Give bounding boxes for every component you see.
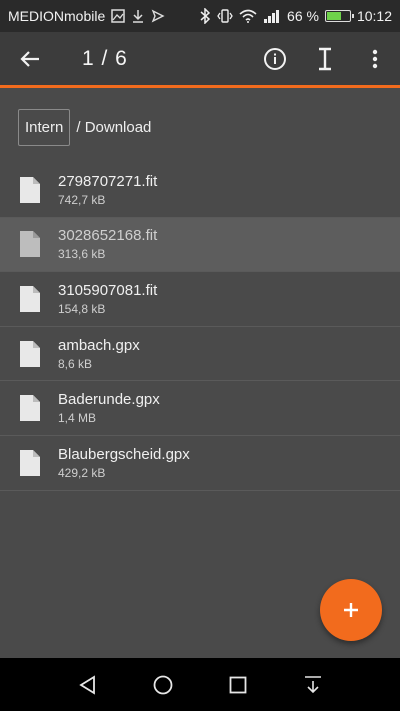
status-time: 10:12 [356,8,392,24]
status-bar: MEDIONmobile 66 % 10:12 [0,0,400,32]
file-icon [0,394,58,422]
file-text: 3028652168.fit 313,6 kB [58,227,157,261]
app-bar: 1 / 6 [0,32,400,88]
file-text: ambach.gpx 8,6 kB [58,337,140,371]
file-icon [0,285,58,313]
more-options-button[interactable] [350,31,400,87]
file-size: 154,8 kB [58,301,106,316]
app-actions [250,31,400,87]
wifi-icon [239,9,257,23]
file-name: Baderunde.gpx [58,391,160,409]
file-size: 429,2 kB [58,465,106,480]
file-size: 1,4 MB [58,411,97,426]
list-item-selected[interactable]: 3028652168.fit 313,6 kB [0,217,400,273]
file-text: 3105907081.fit 154,8 kB [58,282,157,316]
info-icon [264,47,286,70]
nav-home-icon [153,675,172,694]
back-arrow-icon [20,50,39,67]
file-list: 2798707271.fit 742,7 kB 3028652168.fit 3… [0,163,400,491]
status-left: MEDIONmobile [8,8,199,24]
battery-icon [324,10,354,22]
battery-percent: 66 % [287,8,319,24]
battery-fill [326,12,341,20]
rename-button[interactable] [300,31,350,87]
file-size: 8,6 kB [58,356,93,371]
list-item[interactable]: 2798707271.fit 742,7 kB [0,163,400,218]
plus-icon [344,603,358,617]
list-item[interactable]: Blaubergscheid.gpx 429,2 kB [0,436,400,491]
file-text: 2798707271.fit 742,7 kB [58,173,157,207]
file-name: ambach.gpx [58,336,140,354]
signal-icon [263,9,281,23]
breadcrumb-root[interactable]: Intern [18,109,71,146]
navigation-bar [0,658,400,711]
send-icon [151,9,165,23]
file-name: 3028652168.fit [58,227,158,245]
bluetooth-icon [199,8,211,24]
nav-recents-icon [229,676,246,693]
file-text: Baderunde.gpx 1,4 MB [58,391,160,425]
list-item[interactable]: Baderunde.gpx 1,4 MB [0,381,400,436]
list-item[interactable]: ambach.gpx 8,6 kB [0,327,400,382]
add-button[interactable] [320,579,382,641]
file-icon [0,230,58,258]
carrier-label: MEDIONmobile [8,8,106,24]
nav-back-button[interactable] [68,665,108,705]
breadcrumb-path[interactable]: / Download [76,119,151,136]
file-name: Blaubergscheid.gpx [58,445,190,463]
selection-counter: 1 / 6 [82,46,128,70]
file-icon [0,340,58,368]
file-name: 2798707271.fit [58,172,158,190]
nav-home-button[interactable] [143,665,183,705]
more-vert-icon [372,49,378,68]
download-icon [131,9,145,23]
file-size: 742,7 kB [58,192,106,207]
back-button[interactable] [2,31,58,87]
breadcrumb: Intern / Download [18,109,151,146]
file-name: 3105907081.fit [58,281,158,299]
file-icon [0,176,58,204]
file-text: Blaubergscheid.gpx 429,2 kB [58,446,190,480]
list-item[interactable]: 3105907081.fit 154,8 kB [0,272,400,327]
file-size: 313,6 kB [58,247,106,262]
nav-notifications-icon [304,675,321,693]
nav-recents-button[interactable] [218,665,258,705]
nav-notifications-button[interactable] [293,665,333,705]
file-icon [0,449,58,477]
text-cursor-icon [319,47,331,70]
image-icon [111,9,125,23]
status-right: 66 % 10:12 [199,8,392,24]
nav-back-icon [78,674,95,695]
vibrate-icon [217,8,233,24]
info-button[interactable] [250,31,300,87]
